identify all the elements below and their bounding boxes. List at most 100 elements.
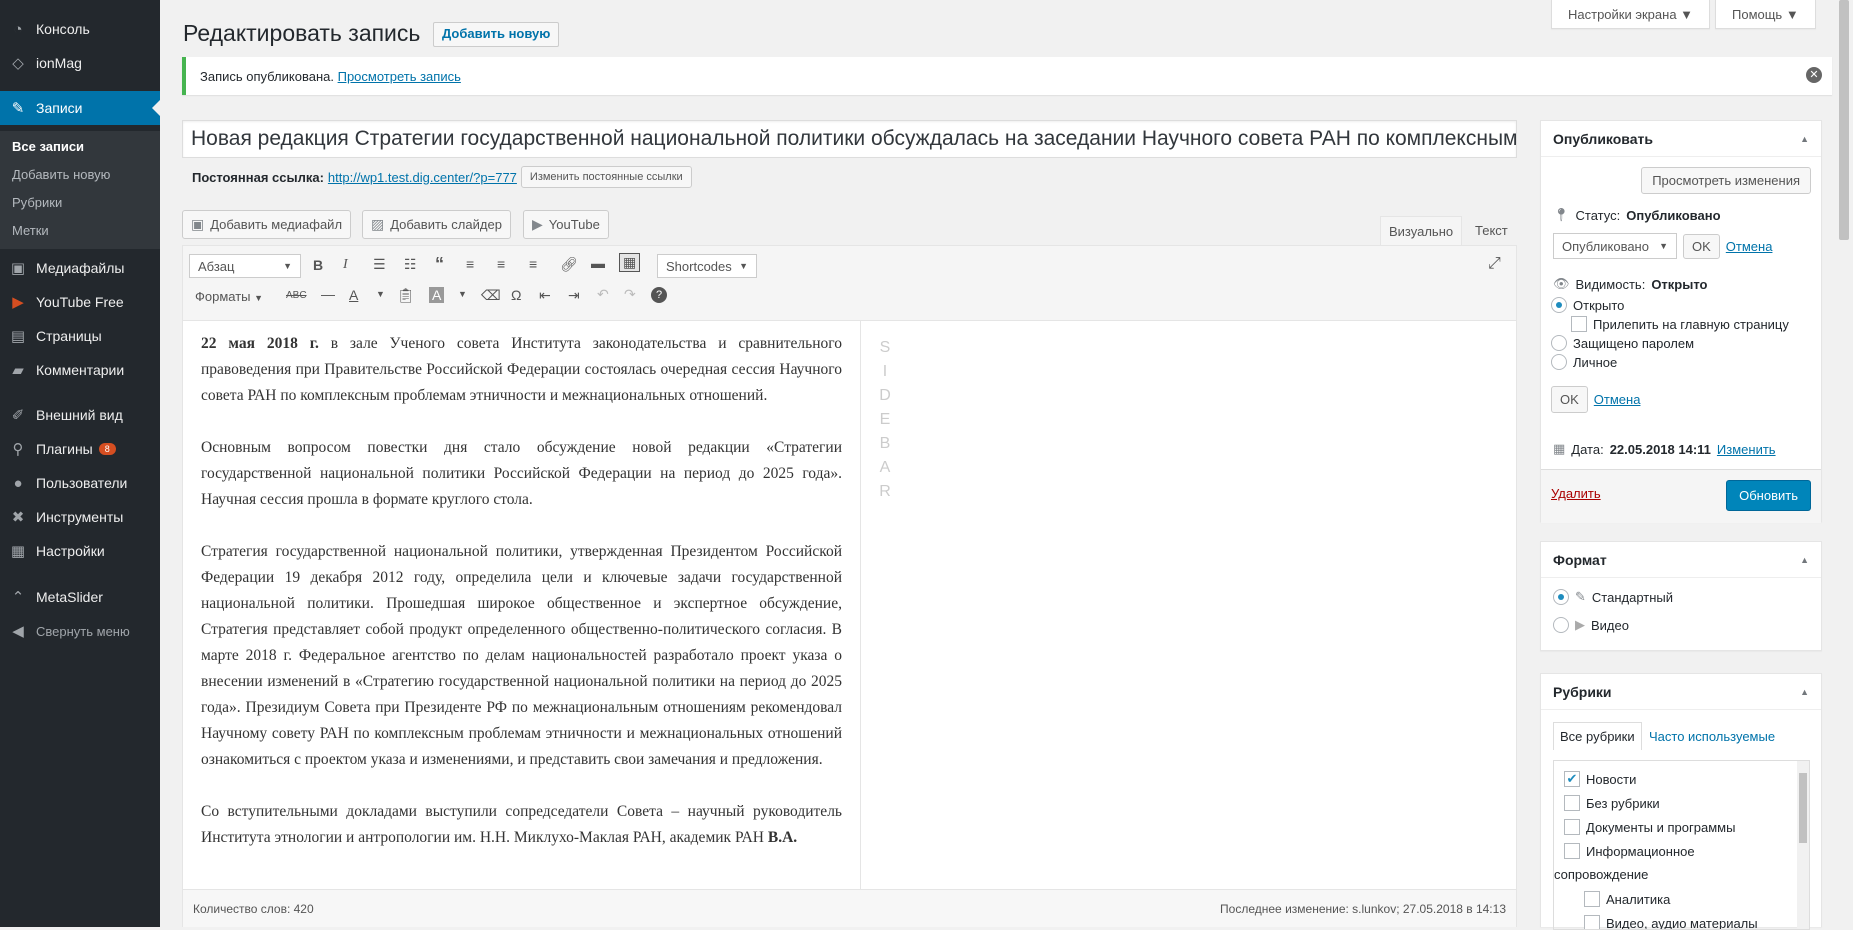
status-ok-button[interactable]: OK (1683, 234, 1720, 259)
visibility-password-radio[interactable] (1551, 335, 1567, 351)
paragraph-format-select[interactable]: Абзац ▼ (189, 254, 301, 278)
change-permalinks-button[interactable]: Изменить постоянные ссылки (521, 166, 692, 188)
format-standard-radio[interactable] (1553, 589, 1569, 605)
category-item[interactable]: Документы и программы (1564, 819, 1735, 835)
page-scrollbar[interactable] (1836, 0, 1853, 927)
menu-item-youtube[interactable]: ▶ YouTube Free (0, 285, 160, 319)
toggle-arrow-icon[interactable]: ▲ (1800, 134, 1809, 144)
tab-visual[interactable]: Визуально (1380, 216, 1462, 245)
category-item[interactable]: ✔Новости (1564, 771, 1636, 787)
format-video-option[interactable]: ▶ Видео (1553, 617, 1629, 633)
special-character-icon[interactable]: Ω (511, 287, 521, 303)
visibility-open-option[interactable]: Открыто (1551, 297, 1624, 313)
tab-text[interactable]: Текст (1467, 216, 1516, 245)
redo-icon[interactable]: ↷ (624, 286, 636, 303)
category-item[interactable]: Видео, аудио материалы (1584, 915, 1758, 930)
sticky-option[interactable]: Прилепить на главную страницу (1571, 316, 1789, 332)
blockquote-icon[interactable]: “ (435, 254, 444, 275)
category-checkbox[interactable] (1584, 915, 1600, 930)
shortcodes-select[interactable]: Shortcodes ▼ (657, 254, 757, 278)
editor-content-area[interactable]: 22 мая 2018 г. в зале Ученого совета Инс… (183, 321, 861, 889)
undo-icon[interactable]: ↶ (597, 286, 609, 303)
menu-item-appearance[interactable]: ✐ Внешний вид (0, 398, 160, 432)
toggle-arrow-icon[interactable]: ▲ (1800, 555, 1809, 565)
visibility-open-radio[interactable] (1551, 297, 1567, 313)
align-left-icon[interactable]: ≡ (466, 256, 474, 272)
page-scrollbar-thumb[interactable] (1839, 0, 1849, 240)
submenu-all-posts[interactable]: Все записи (12, 139, 84, 154)
menu-item-plugins[interactable]: ⚲ Плагины 8 (0, 432, 160, 466)
delete-link[interactable]: Удалить (1551, 486, 1601, 501)
italic-icon[interactable]: I (343, 257, 348, 273)
preview-changes-button[interactable]: Просмотреть изменения (1641, 167, 1811, 194)
background-color-icon[interactable]: A (429, 287, 444, 303)
categories-box-header[interactable]: Рубрики ▲ (1541, 674, 1821, 710)
help-button[interactable]: Помощь ▼ (1715, 0, 1816, 29)
category-checkbox[interactable] (1564, 795, 1580, 811)
format-box-header[interactable]: Формат ▲ (1541, 542, 1821, 578)
menu-item-tools[interactable]: ✖ Инструменты (0, 500, 160, 534)
link-icon[interactable]: 🔗︎ (560, 256, 578, 273)
date-change-link[interactable]: Изменить (1717, 442, 1776, 457)
tab-all-categories[interactable]: Все рубрики (1553, 722, 1642, 750)
screen-options-button[interactable]: Настройки экрана ▼ (1551, 0, 1710, 29)
post-title-input[interactable]: Новая редакция Стратегии государственной… (182, 120, 1517, 158)
strikethrough-icon[interactable]: ABC (286, 290, 307, 301)
indent-icon[interactable]: ⇥ (568, 287, 580, 304)
dismiss-icon[interactable]: ✕ (1806, 67, 1822, 83)
menu-item-ionmag[interactable]: ◇ ionMag (0, 46, 160, 80)
align-right-icon[interactable]: ≡ (529, 256, 537, 272)
add-new-button[interactable]: Добавить новую (433, 22, 559, 47)
chevron-down-icon[interactable]: ▼ (458, 289, 467, 299)
youtube-button[interactable]: ▶ YouTube (523, 210, 609, 239)
bold-icon[interactable]: B (313, 257, 323, 273)
submenu-add-new[interactable]: Добавить новую (12, 167, 110, 182)
status-cancel-link[interactable]: Отмена (1726, 239, 1773, 254)
visibility-cancel-link[interactable]: Отмена (1594, 392, 1641, 407)
status-select[interactable]: Опубликовано▼ (1553, 233, 1677, 259)
submenu-tags[interactable]: Метки (12, 223, 49, 238)
bullet-list-icon[interactable]: ☰ (373, 256, 386, 273)
paste-text-icon[interactable]: 📋︎ (397, 287, 415, 304)
category-checkbox[interactable] (1564, 843, 1580, 859)
permalink-link[interactable]: http://wp1.test.dig.center/?p=777 (328, 170, 517, 185)
format-standard-option[interactable]: ✎ Стандартный (1553, 589, 1673, 605)
toggle-arrow-icon[interactable]: ▲ (1800, 687, 1809, 697)
categories-scrollbar[interactable] (1797, 761, 1809, 930)
horizontal-line-icon[interactable]: — (321, 286, 335, 302)
add-media-button[interactable]: ▣ Добавить медиафайл (182, 210, 351, 239)
visibility-password-option[interactable]: Защищено паролем (1551, 335, 1694, 351)
menu-item-settings[interactable]: ▦ Настройки (0, 534, 160, 568)
visibility-private-radio[interactable] (1551, 354, 1567, 370)
menu-item-posts[interactable]: ✎ Записи (0, 91, 160, 125)
menu-item-console[interactable]: ◔ Консоль (0, 12, 160, 46)
menu-item-users[interactable]: ● Пользователи (0, 466, 160, 500)
formats-menu[interactable]: Форматы ▼ (195, 289, 263, 304)
submenu-categories[interactable]: Рубрики (12, 195, 62, 210)
visibility-ok-button[interactable]: OK (1551, 386, 1588, 413)
publish-box-header[interactable]: Опубликовать ▲ (1541, 121, 1821, 157)
category-checkbox[interactable] (1564, 819, 1580, 835)
visibility-private-option[interactable]: Личное (1551, 354, 1617, 370)
tab-popular-categories[interactable]: Часто используемые (1649, 729, 1775, 744)
menu-item-metaslider[interactable]: ⌃ MetaSlider (0, 580, 160, 614)
category-item[interactable]: Без рубрики (1564, 795, 1660, 811)
read-more-icon[interactable]: ▬ (591, 255, 605, 271)
category-item[interactable]: Аналитика (1584, 891, 1670, 907)
chevron-down-icon[interactable]: ▼ (376, 289, 385, 299)
outdent-icon[interactable]: ⇤ (539, 287, 551, 304)
collapse-menu-button[interactable]: ◀ Свернуть меню (0, 614, 160, 648)
help-icon[interactable]: ? (651, 287, 667, 303)
toolbar-toggle-icon[interactable]: ▦ (619, 253, 640, 272)
update-button[interactable]: Обновить (1726, 480, 1811, 511)
format-video-radio[interactable] (1553, 617, 1569, 633)
align-center-icon[interactable]: ≡ (497, 256, 505, 272)
menu-item-media[interactable]: ▣ Медиафайлы (0, 251, 160, 285)
menu-item-comments[interactable]: ▰ Комментарии (0, 353, 160, 387)
numbered-list-icon[interactable]: ☷ (404, 256, 417, 273)
menu-item-pages[interactable]: ▤ Страницы (0, 319, 160, 353)
clear-formatting-icon[interactable]: ⌫ (481, 287, 501, 304)
view-post-link[interactable]: Просмотреть запись (338, 69, 461, 84)
category-item[interactable]: Информационное (1564, 843, 1695, 859)
sticky-checkbox[interactable] (1571, 316, 1587, 332)
